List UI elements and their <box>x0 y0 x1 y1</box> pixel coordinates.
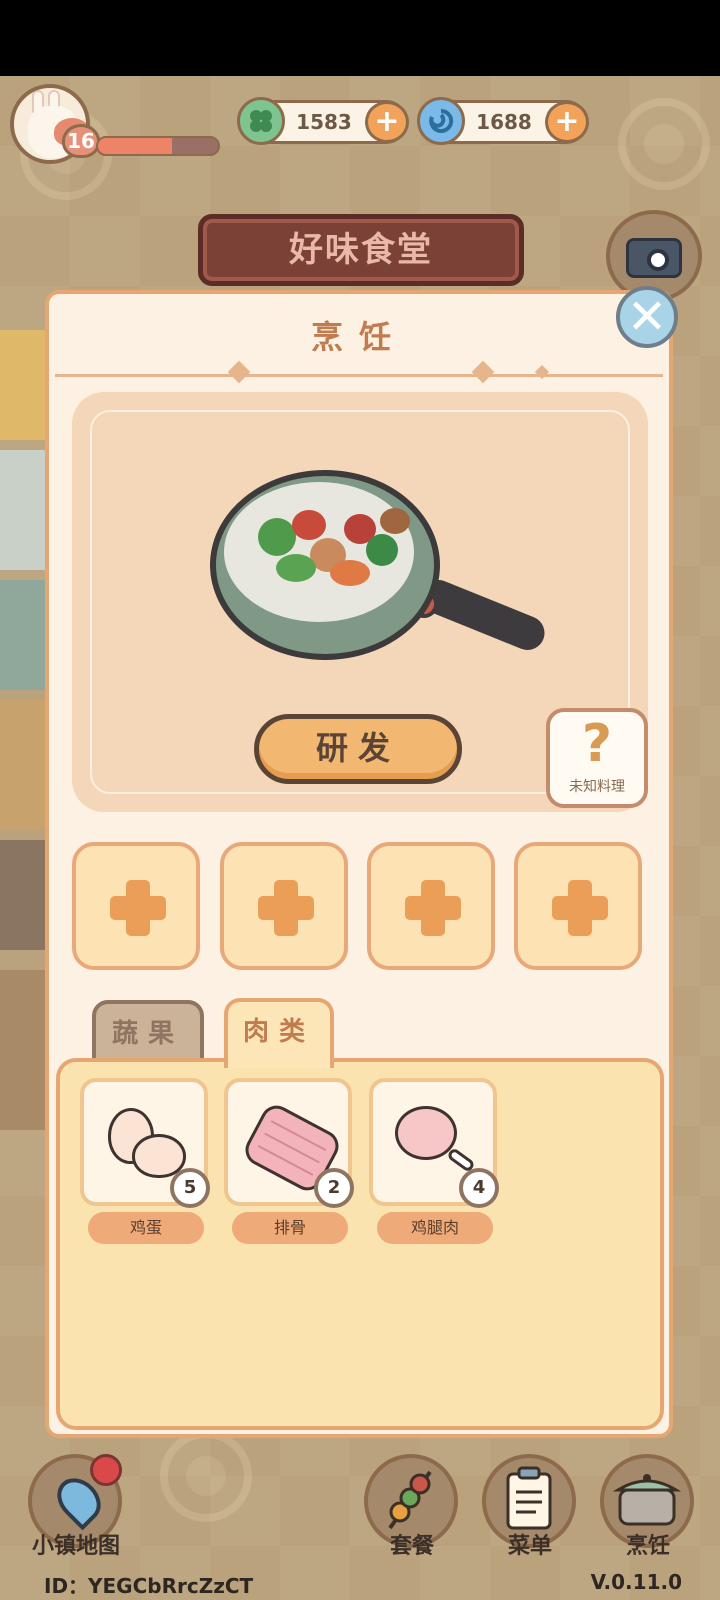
swirl-gem-icon <box>417 97 465 145</box>
notification-dot <box>90 1454 122 1486</box>
gem-value: 1688 <box>476 110 532 134</box>
ingredient-slot-4[interactable] <box>514 842 642 970</box>
clover-coin-icon <box>237 97 285 145</box>
player-id: ID：YEGCbRrcZzCT <box>44 1574 254 1598</box>
restaurant-scenery <box>0 330 50 1150</box>
ingredient-item-egg[interactable]: 5 <box>80 1078 210 1208</box>
close-button[interactable]: ✕ <box>616 286 678 348</box>
clover-coin-value: 1583 <box>296 110 352 134</box>
divider-ornament <box>471 360 495 384</box>
menu-label: 菜单 <box>507 1534 552 1559</box>
add-clover-button[interactable]: + <box>365 101 409 143</box>
ingredient-slot-3[interactable] <box>367 842 495 970</box>
divider-ornament <box>227 360 251 384</box>
ingredient-slot-2[interactable] <box>220 842 348 970</box>
develop-button[interactable]: 研发 <box>254 714 462 784</box>
item-label: 鸡腿肉 <box>377 1212 493 1244</box>
xp-progress-bar <box>96 136 220 156</box>
camera-icon <box>626 238 682 278</box>
ingredient-item-drumstick[interactable]: 4 <box>369 1078 499 1208</box>
set-meal-label: 套餐 <box>389 1534 434 1559</box>
item-count: 4 <box>459 1168 499 1208</box>
tab-vegetables[interactable]: 蔬果 <box>92 1000 204 1066</box>
title-divider <box>55 374 663 377</box>
level-badge: 16 <box>62 124 100 158</box>
restaurant-name: 好味食堂 <box>289 230 433 270</box>
add-gem-button[interactable]: + <box>545 101 589 143</box>
item-count: 2 <box>314 1168 354 1208</box>
version-label: V.0.11.0 <box>590 1570 682 1594</box>
item-label: 排骨 <box>232 1212 348 1244</box>
item-count: 5 <box>170 1168 210 1208</box>
town-map-label: 小镇地图 <box>31 1534 120 1559</box>
sun-decoration-icon <box>160 1430 252 1522</box>
sun-decoration-icon <box>618 98 710 190</box>
tab-meat[interactable]: 肉类 <box>224 998 334 1068</box>
status-bar <box>0 0 720 76</box>
restaurant-sign: 好味食堂 <box>198 214 524 286</box>
item-label: 鸡蛋 <box>88 1212 204 1244</box>
ingredient-slot-1[interactable] <box>72 842 200 970</box>
currency-gem: 1688 + <box>417 97 589 145</box>
question-mark-icon: ? <box>581 714 613 774</box>
ingredient-item-ribs[interactable]: 2 <box>224 1078 354 1208</box>
cooking-label: 烹饪 <box>625 1534 670 1559</box>
unknown-recipe-card[interactable]: ? 未知料理 <box>546 708 648 808</box>
frying-pan-icon <box>210 470 440 660</box>
panel-title: 烹饪 <box>310 318 407 356</box>
unknown-recipe-label: 未知料理 <box>569 779 625 795</box>
currency-clover: 1583 + <box>237 97 409 145</box>
xp-progress-fill <box>98 138 173 154</box>
